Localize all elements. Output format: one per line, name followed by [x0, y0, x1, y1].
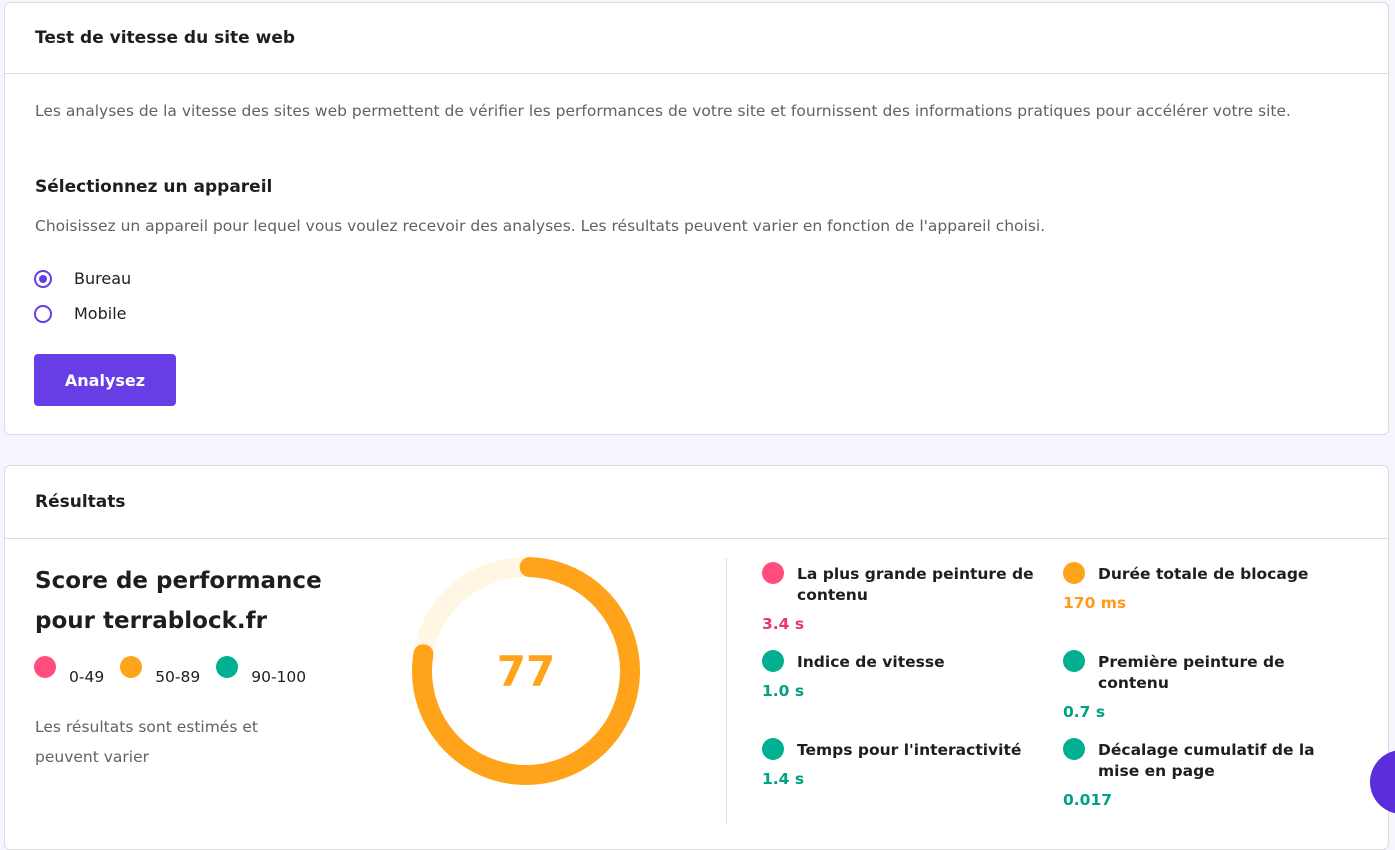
legend-item-poor: 0-49 — [34, 656, 104, 686]
metric-name: La plus grande peinture de contenu — [797, 565, 1034, 604]
radio-selected-dot — [39, 274, 47, 283]
metric-status-dot — [762, 562, 784, 584]
legend-label-good: 90-100 — [251, 668, 307, 686]
metric-name: Indice de vitesse — [797, 653, 945, 671]
metric-value: 0.7 s — [1063, 703, 1106, 721]
metric-name: Temps pour l'interactivité — [797, 741, 1022, 759]
device-label-mobile: Mobile — [74, 304, 127, 323]
legend-label-poor: 0-49 — [69, 668, 105, 686]
metric-value: 170 ms — [1063, 594, 1127, 612]
metric-fcp: Première peinture de contenu 0.7 s — [1063, 650, 1343, 721]
metric-status-dot — [762, 738, 784, 760]
performance-score-title: Score de performance pour terrablock.fr — [35, 568, 322, 634]
legend-dot-red — [34, 656, 56, 678]
metric-status-dot — [1063, 650, 1085, 672]
metric-value: 3.4 s — [762, 615, 805, 633]
metric-status-dot — [1063, 738, 1085, 760]
metric-name: Première peinture de contenu — [1098, 653, 1285, 692]
score-legend: 0-49 50-89 90-100 — [34, 656, 322, 686]
device-option-mobile[interactable]: Mobile — [34, 304, 126, 323]
metric-value: 1.4 s — [762, 770, 805, 788]
legend-dot-orange — [120, 656, 143, 678]
metric-status-dot — [1063, 562, 1085, 584]
metric-name: Décalage cumulatif de la mise en page — [1098, 741, 1315, 780]
legend-label-average: 50-89 — [155, 668, 201, 686]
metric-tbt: Durée totale de blocage 170 ms — [1063, 562, 1343, 612]
legend-item-good: 90-100 — [216, 656, 306, 686]
metric-value: 0.017 — [1063, 791, 1113, 809]
estimate-note: Les résultats sont estimés et peuvent va… — [35, 718, 258, 766]
legend-item-average: 50-89 — [120, 656, 200, 686]
analyse-button[interactable]: Analysez — [34, 354, 176, 406]
metric-status-dot — [762, 650, 784, 672]
results-divider — [726, 558, 727, 824]
speed-test-card: Test de vitesse du site web Les analyses… — [4, 2, 1389, 435]
score-value: 77 — [496, 646, 556, 696]
metric-cls: Décalage cumulatif de la mise en page 0.… — [1063, 738, 1343, 809]
metric-name: Durée totale de blocage — [1098, 565, 1309, 583]
results-title: Résultats — [5, 466, 1388, 539]
speed-test-description: Les analyses de la vitesse des sites web… — [35, 102, 1291, 120]
legend-dot-green — [216, 656, 239, 678]
metric-lcp: La plus grande peinture de contenu 3.4 s — [762, 562, 1042, 633]
device-label-bureau: Bureau — [74, 269, 132, 288]
metric-tti: Temps pour l'interactivité 1.4 s — [762, 738, 1042, 788]
speed-test-title: Test de vitesse du site web — [5, 3, 1388, 74]
device-section-description: Choisissez un appareil pour lequel vous … — [35, 217, 1046, 235]
results-card: Résultats Score de performance pour terr… — [4, 465, 1389, 850]
metric-value: 1.0 s — [762, 682, 805, 700]
radio-mobile[interactable] — [34, 304, 52, 323]
device-option-bureau[interactable]: Bureau — [34, 269, 131, 288]
radio-bureau[interactable] — [34, 269, 52, 288]
device-section-title: Sélectionnez un appareil — [35, 177, 273, 197]
metric-speed-index: Indice de vitesse 1.0 s — [762, 650, 1042, 700]
